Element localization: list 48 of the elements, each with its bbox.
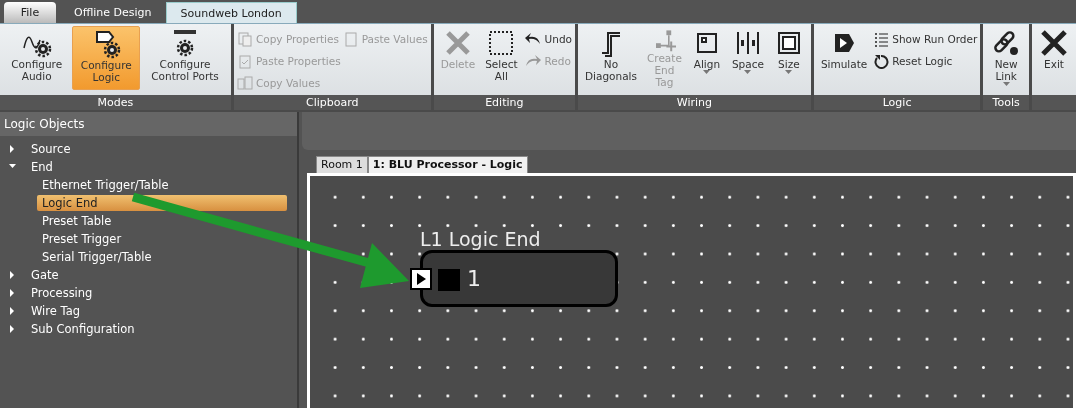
port-label: 1 xyxy=(467,266,481,291)
copy-values-icon xyxy=(236,74,253,91)
copy-icon xyxy=(236,30,253,47)
ribbon-button[interactable]: New Link xyxy=(986,26,1026,90)
ribbon-tab[interactable]: Offline Design xyxy=(60,2,166,23)
close-icon xyxy=(1039,28,1069,58)
ribbon-button[interactable]: Size xyxy=(769,26,808,90)
ribbon-button[interactable]: Configure Control Ports xyxy=(142,26,228,90)
file-menu-tab[interactable]: File xyxy=(4,2,56,23)
ribbon-button[interactable]: Align xyxy=(687,26,726,90)
ribbon-button[interactable]: Exit xyxy=(1035,26,1073,90)
group-label: Editing xyxy=(433,95,575,110)
tree-item[interactable]: Processing xyxy=(26,285,98,301)
group-label: Logic xyxy=(813,95,981,110)
paste-values-icon xyxy=(342,30,359,47)
ribbon-button[interactable]: Configure Logic xyxy=(72,26,141,90)
tree-item[interactable]: Serial Trigger/Table xyxy=(37,249,157,265)
ribbon-button[interactable]: Space xyxy=(727,26,768,90)
group-label: Tools xyxy=(983,95,1029,110)
ribbon-tab[interactable]: Soundweb London xyxy=(165,2,297,23)
tree-item[interactable]: End xyxy=(26,159,58,175)
reset-icon xyxy=(873,52,890,69)
input-port-icon[interactable] xyxy=(410,267,432,290)
tree-item[interactable]: Gate xyxy=(26,267,64,283)
list-icon xyxy=(873,30,890,47)
ribbon-small-button[interactable]: Show Run Order xyxy=(873,29,978,48)
group-label: Wiring xyxy=(578,95,811,110)
tree-item[interactable]: Source xyxy=(26,141,76,157)
ribbon-button[interactable]: Simulate xyxy=(816,26,872,90)
tree-item[interactable]: Sub Configuration xyxy=(26,321,140,337)
clipboard-icon xyxy=(236,52,253,69)
ribbon-button[interactable]: Configure Audio xyxy=(3,26,71,90)
document-tab[interactable]: 1: BLU Processor - Logic xyxy=(367,156,528,173)
ribbon-small-button[interactable]: Reset Logic xyxy=(873,51,978,70)
ribbon-button[interactable]: No Diagonals xyxy=(581,26,641,90)
panel-title: Logic Objects xyxy=(0,112,297,136)
logic-end-block[interactable]: 1 xyxy=(420,250,618,307)
ribbon-small-button[interactable]: Undo xyxy=(523,29,572,48)
ribbon-button[interactable]: Select All xyxy=(481,26,522,90)
document-tab[interactable]: Room 1 xyxy=(316,156,368,173)
tree-item[interactable]: Preset Trigger xyxy=(37,231,127,247)
group-label: Modes xyxy=(0,95,231,110)
tree-item[interactable]: Ethernet Trigger/Table xyxy=(37,177,174,193)
tree-item[interactable]: Wire Tag xyxy=(26,303,85,319)
block-title: L1 Logic End xyxy=(419,228,542,250)
group-label: Clipboard xyxy=(233,95,431,110)
state-square-icon xyxy=(438,269,460,291)
tree-item[interactable]: Preset Table xyxy=(37,213,117,229)
